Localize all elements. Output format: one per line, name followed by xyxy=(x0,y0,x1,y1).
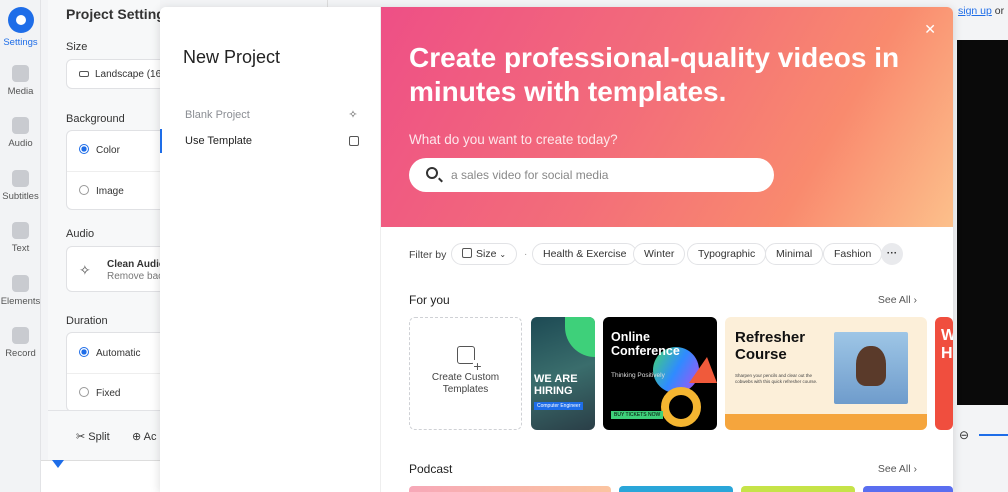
template-icon xyxy=(349,136,359,146)
podcast-card[interactable] xyxy=(409,486,611,492)
bg-image-radio[interactable]: Image xyxy=(79,185,124,197)
landscape-icon xyxy=(79,71,89,77)
podcast-card[interactable] xyxy=(863,486,953,492)
left-rail: Settings Media Audio Subtitles Text Elem… xyxy=(0,0,41,492)
template-card-partial[interactable]: W H xyxy=(935,317,953,430)
rail-media[interactable]: Media xyxy=(0,65,41,97)
chip-winter[interactable]: Winter xyxy=(633,243,686,265)
filter-label: Filter by xyxy=(409,249,447,261)
rail-subtitles[interactable]: Subtitles xyxy=(0,170,41,202)
modal-title: New Project xyxy=(183,47,281,67)
hero-banner: Create professional-quality videos in mi… xyxy=(381,7,953,227)
music-note-icon xyxy=(12,117,29,134)
template-card-hiring[interactable]: WE ARE HIRING Computer Engineer xyxy=(531,317,595,430)
hero-question: What do you want to create today? xyxy=(409,132,618,147)
chevron-right-icon: › xyxy=(913,294,918,306)
new-project-modal: New Project Blank Project ✧ Use Template… xyxy=(160,7,953,492)
see-all-for-you[interactable]: See All › xyxy=(878,294,917,306)
search-icon xyxy=(426,167,438,179)
record-icon xyxy=(12,327,29,344)
video-preview xyxy=(957,40,1008,405)
settings-icon xyxy=(7,7,34,33)
see-all-podcast[interactable]: See All › xyxy=(878,463,917,475)
template-search[interactable] xyxy=(409,158,774,192)
panel-title: Project Settings xyxy=(66,6,173,22)
plus-icon xyxy=(12,65,29,82)
chip-typographic[interactable]: Typographic xyxy=(687,243,767,265)
chevron-down-icon: ⌄ xyxy=(499,250,507,259)
modal-sidebar: New Project Blank Project ✧ Use Template xyxy=(160,7,381,492)
subtitles-icon xyxy=(12,170,29,187)
template-card-refresher[interactable]: Refresher Course Sharpen your pencils an… xyxy=(725,317,927,430)
background-label: Background xyxy=(66,113,125,125)
duration-label: Duration xyxy=(66,315,108,327)
podcast-card[interactable] xyxy=(619,486,733,492)
size-icon xyxy=(462,248,472,258)
playhead[interactable] xyxy=(52,460,64,468)
for-you-title: For you xyxy=(409,293,450,307)
sparkle-icon: ✧ xyxy=(79,262,91,278)
dur-fixed-radio[interactable]: Fixed xyxy=(79,387,120,399)
menu-use-template[interactable]: Use Template xyxy=(160,129,381,153)
bg-color-radio[interactable]: Color xyxy=(79,144,120,156)
split-button[interactable]: ✂ Split xyxy=(76,430,110,443)
rail-settings[interactable]: Settings xyxy=(0,7,41,48)
zoom-out-icon[interactable]: ⊖ xyxy=(959,428,969,442)
search-input[interactable] xyxy=(451,166,761,184)
edit-toolbar: ✂ Split ⊕ Ac xyxy=(48,410,160,460)
text-icon xyxy=(12,222,29,239)
podcast-card[interactable] xyxy=(741,486,855,492)
rail-elements[interactable]: Elements xyxy=(0,275,41,307)
size-filter[interactable]: Size ⌄ xyxy=(451,243,518,265)
rail-text[interactable]: Text xyxy=(0,222,41,254)
zoom-slider[interactable] xyxy=(979,434,1008,436)
create-custom-template-card[interactable]: Create Custom Templates xyxy=(409,317,522,430)
sparkle-icon: ✧ xyxy=(348,109,358,121)
preview-area: ⊖ xyxy=(953,0,1008,492)
rail-audio[interactable]: Audio xyxy=(0,117,41,149)
dur-auto-radio[interactable]: Automatic xyxy=(79,347,140,359)
scissors-icon: ✂ xyxy=(76,431,86,443)
project-settings-panel: Project Settings Size Landscape (16 Back… xyxy=(48,0,176,412)
chevron-right-icon: › xyxy=(913,463,918,475)
signup-text: sign up or xyxy=(958,5,1005,17)
size-label: Size xyxy=(66,41,88,53)
menu-blank-project[interactable]: Blank Project ✧ xyxy=(160,103,381,127)
elements-icon xyxy=(12,275,29,292)
hero-headline: Create professional-quality videos in mi… xyxy=(409,42,900,107)
chip-minimal[interactable]: Minimal xyxy=(765,243,824,265)
signup-link[interactable]: sign up xyxy=(958,5,992,17)
chip-health[interactable]: Health & Exercise xyxy=(532,243,638,265)
rail-record[interactable]: Record xyxy=(0,327,41,359)
podcast-title: Podcast xyxy=(409,462,453,476)
audio-label: Audio xyxy=(66,228,95,240)
plus-circle-icon: ⊕ xyxy=(132,431,142,443)
add-button[interactable]: ⊕ Ac xyxy=(132,430,157,443)
more-filters-button[interactable]: ··· xyxy=(881,243,903,265)
add-template-icon xyxy=(456,346,482,372)
chip-fashion[interactable]: Fashion xyxy=(823,243,883,265)
presenter-photo xyxy=(834,332,908,404)
close-icon[interactable]: ✕ xyxy=(924,21,936,38)
template-card-conference[interactable]: Online Conference Thinking Positively BU… xyxy=(603,317,717,430)
